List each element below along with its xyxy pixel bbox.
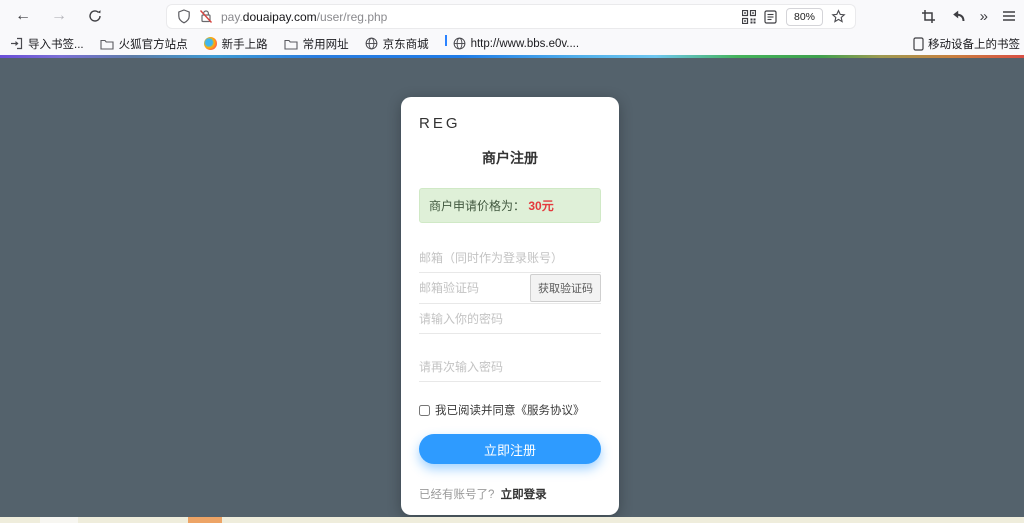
bookmark-folder-firefox-official[interactable]: 火狐官方站点 [100, 36, 188, 52]
password-field-group [419, 304, 601, 334]
price-value: 30元 [528, 199, 553, 213]
password-confirm-field-group [419, 352, 601, 382]
folder-icon [284, 38, 298, 50]
bookmark-label: 常用网址 [303, 36, 349, 52]
qr-code-icon[interactable] [738, 7, 760, 27]
refresh-button[interactable] [82, 3, 108, 29]
bookmark-label: 火狐官方站点 [119, 36, 188, 52]
bookmark-label: 新手上路 [222, 36, 268, 52]
url-prefix: pay. [221, 10, 243, 24]
url-text: pay.douaipay.com/user/reg.php [221, 10, 387, 24]
mobile-bookmarks[interactable]: 移动设备上的书签 [913, 36, 1020, 52]
bookmark-bbs-link[interactable]: http://www.bbs.e0v.... [453, 37, 579, 50]
page-title: 商户注册 [419, 148, 601, 168]
zoom-level-button[interactable]: 80% [786, 8, 823, 26]
verify-code-input[interactable] [419, 273, 530, 303]
url-domain: douaipay.com [243, 10, 317, 24]
url-bar[interactable]: pay.douaipay.com/user/reg.php 80% [167, 5, 855, 28]
firefox-icon [204, 37, 217, 50]
bookmark-label: http://www.bbs.e0v.... [471, 38, 579, 50]
password-input[interactable] [419, 304, 601, 334]
have-account-text: 已经有账号了? [419, 489, 494, 501]
bookmarks-bar: 导入书签... 火狐官方站点 新手上路 常用网址 京东商城 http://www… [0, 32, 1024, 55]
agree-label[interactable]: 我已阅读并同意《服务协议》 [435, 402, 585, 418]
register-button[interactable]: 立即注册 [419, 434, 601, 464]
register-card: REG 商户注册 商户申请价格为： 30元 获取验证码 我已阅读并同意《服务协议… [401, 97, 619, 515]
globe-icon [453, 37, 466, 50]
page-background: REG 商户注册 商户申请价格为： 30元 获取验证码 我已阅读并同意《服务协议… [0, 58, 1024, 517]
agree-checkbox[interactable] [419, 405, 430, 416]
overflow-menu-chevron[interactable]: » [980, 9, 988, 24]
hamburger-menu-icon[interactable] [1002, 10, 1016, 22]
bookmark-folder-common-sites[interactable]: 常用网址 [284, 36, 349, 52]
price-notice-text: 商户申请价格为： [429, 199, 525, 213]
folder-icon [100, 38, 114, 50]
get-code-button[interactable]: 获取验证码 [530, 274, 601, 302]
password-confirm-input[interactable] [419, 352, 601, 382]
price-notice: 商户申请价格为： 30元 [419, 188, 601, 223]
screenshot-crop-icon[interactable] [921, 9, 936, 24]
forward-button[interactable]: → [46, 3, 72, 29]
insecure-lock-icon[interactable] [195, 7, 217, 27]
drag-indicator-caret [445, 35, 447, 46]
bottom-strip-orange-segment [188, 517, 222, 523]
mobile-phone-icon [913, 37, 924, 51]
bookmark-getting-started[interactable]: 新手上路 [204, 36, 268, 52]
reader-mode-icon[interactable] [760, 7, 782, 27]
refresh-icon [88, 9, 102, 23]
bottom-strip-white-segment [40, 517, 78, 523]
globe-icon [365, 37, 378, 50]
import-icon [10, 37, 23, 50]
brand-title: REG [419, 115, 601, 132]
bookmark-star-icon[interactable] [827, 7, 849, 27]
bookmark-jd-mall[interactable]: 京东商城 [365, 36, 429, 52]
agreement-row: 我已阅读并同意《服务协议》 [419, 402, 601, 418]
shield-icon[interactable] [173, 7, 195, 27]
browser-toolbar: ← → pay.douaipay.com/user/reg.php [0, 0, 1024, 32]
bookmark-label: 京东商城 [383, 36, 429, 52]
undo-arrow-icon[interactable] [950, 9, 966, 24]
email-field-group [419, 243, 601, 273]
bottom-edge-strip [0, 517, 1024, 523]
back-button[interactable]: ← [10, 3, 36, 29]
login-link[interactable]: 立即登录 [501, 489, 547, 501]
url-path: /user/reg.php [317, 10, 388, 24]
card-footer: 已经有账号了? 立即登录 [419, 486, 601, 502]
verify-code-group: 获取验证码 [419, 273, 601, 304]
mobile-bookmarks-label: 移动设备上的书签 [928, 36, 1020, 52]
email-input[interactable] [419, 243, 601, 273]
bookmark-label: 导入书签... [28, 36, 84, 52]
bookmark-import[interactable]: 导入书签... [10, 36, 84, 52]
